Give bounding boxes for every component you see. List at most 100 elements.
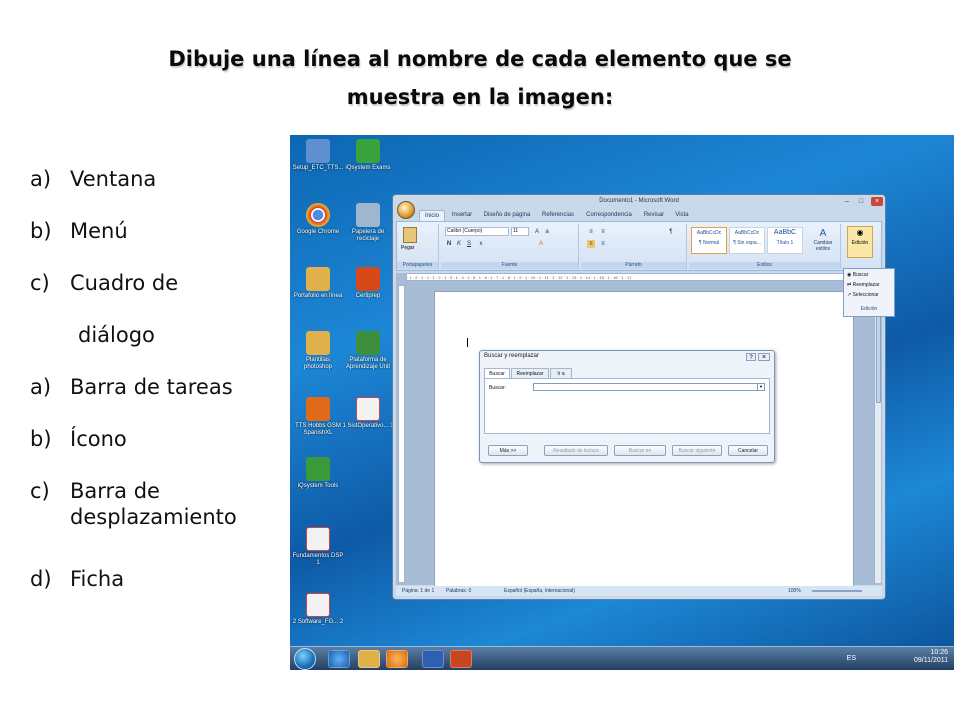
- group-estilos: AaBbCcDc ¶ Normal AaBbCcDc ¶ Sin espa... A…: [689, 224, 841, 269]
- system-clock[interactable]: 10:26 09/11/2011: [914, 649, 948, 665]
- chevron-down-icon[interactable]: ▼: [757, 384, 764, 390]
- style-sin-espaciado[interactable]: AaBbCcDc ¶ Sin espa...: [729, 227, 765, 254]
- menu-item-reemplazar[interactable]: ⇄ Reemplazar: [847, 281, 880, 290]
- numbering-icon[interactable]: ≡: [599, 228, 607, 236]
- group-label: Fuente: [441, 262, 578, 269]
- grow-font-icon[interactable]: A: [533, 228, 541, 236]
- cambiar-estilos-button[interactable]: A Cambiar estilos: [807, 228, 839, 252]
- platform-icon: [356, 331, 380, 355]
- desktop-icon[interactable]: Setup_ETC_TTS...: [292, 139, 344, 172]
- text-cursor: [467, 338, 468, 347]
- resaltado-button[interactable]: Resaltado de lectura: [544, 445, 608, 456]
- edicion-menu: ◉ Buscar ⇄ Reemplazar ↗ Seleccionar Edic…: [843, 268, 895, 317]
- desktop-icon[interactable]: 1 SistOperativo... 3: [342, 397, 394, 430]
- group-parrafo: ≡ ≡ ¶ ≡ ≡ Párrafo: [581, 224, 687, 269]
- tts-icon: [306, 397, 330, 421]
- list-text: Ícono: [70, 427, 127, 451]
- dialog-body: Buscar: ▼: [484, 378, 770, 434]
- align-center-icon[interactable]: ≡: [599, 240, 607, 248]
- slide-title: Dibuje una línea al nombre de cada eleme…: [0, 40, 960, 116]
- desktop-icon[interactable]: Fundamentos DSP 1: [292, 527, 344, 567]
- tab-insertar[interactable]: Insertar: [447, 210, 477, 221]
- italic-icon[interactable]: K: [455, 240, 463, 248]
- font-color-icon[interactable]: A: [537, 240, 545, 248]
- group-label: Portapapeles: [397, 262, 438, 269]
- desktop-icon-label: 2 Software_FG... 2: [292, 619, 344, 625]
- bold-icon[interactable]: N: [445, 240, 453, 248]
- style-titulo1[interactable]: AaBbC Título 1: [767, 227, 803, 254]
- explorer-icon[interactable]: [358, 650, 380, 668]
- tab-reemplazar[interactable]: Reemplazar: [511, 368, 549, 378]
- maximize-icon[interactable]: □: [855, 197, 867, 206]
- recycle-bin-icon: [356, 203, 380, 227]
- desktop-icon[interactable]: iQsystem Tools: [292, 457, 344, 490]
- close-icon[interactable]: ×: [871, 197, 883, 206]
- powerpoint-taskbar-icon[interactable]: [450, 650, 472, 668]
- ie-icon[interactable]: [328, 650, 350, 668]
- align-left-icon[interactable]: ≡: [587, 240, 595, 248]
- status-page[interactable]: Página: 1 de 1: [402, 586, 434, 596]
- desktop-icon[interactable]: Portafolio en línea: [292, 267, 344, 300]
- font-name-field[interactable]: Calibri (Cuerpo): [445, 227, 509, 236]
- status-language[interactable]: Español (España, internacional): [504, 586, 575, 596]
- list-marker: c): [30, 479, 50, 503]
- media-player-icon[interactable]: [386, 650, 408, 668]
- vertical-ruler[interactable]: [398, 285, 405, 583]
- certiprep-icon: [356, 267, 380, 291]
- start-button[interactable]: [294, 648, 316, 670]
- status-words[interactable]: Palabras: 0: [446, 586, 471, 596]
- buscar-en-button[interactable]: Buscar en: [614, 445, 666, 456]
- pilcrow-icon[interactable]: ¶: [667, 228, 675, 236]
- tab-revisar[interactable]: Revisar: [639, 210, 669, 221]
- strike-icon[interactable]: x: [477, 240, 485, 248]
- minimize-icon[interactable]: –: [841, 197, 853, 206]
- tab-referencias[interactable]: Referencias: [537, 210, 579, 221]
- language-indicator[interactable]: ES: [847, 655, 856, 662]
- tab-correspondencia[interactable]: Correspondencia: [581, 210, 637, 221]
- style-normal[interactable]: AaBbCcDc ¶ Normal: [691, 227, 727, 254]
- menu-item-seleccionar[interactable]: ↗ Seleccionar: [847, 291, 879, 300]
- cancelar-button[interactable]: Cancelar: [728, 445, 768, 456]
- mas-button[interactable]: Más >>: [488, 445, 528, 456]
- desktop-icon[interactable]: Papelera de reciclaje: [342, 203, 394, 243]
- tab-diseno[interactable]: Diseño de página: [479, 210, 535, 221]
- help-icon[interactable]: ?: [746, 353, 756, 361]
- list-marker: b): [30, 219, 52, 243]
- desktop-icon[interactable]: TTS Hobbs GSM SpanishXL: [292, 397, 344, 437]
- menu-item-buscar[interactable]: ◉ Buscar: [847, 271, 868, 280]
- buscar-siguiente-button[interactable]: Buscar siguiente: [672, 445, 722, 456]
- desktop-icon[interactable]: Google Chrome: [292, 203, 344, 236]
- underline-icon[interactable]: S: [465, 240, 473, 248]
- tab-buscar[interactable]: Buscar: [484, 368, 510, 378]
- paste-label[interactable]: Pegar: [401, 245, 414, 251]
- change-styles-icon: A: [819, 228, 827, 239]
- list-marker: a): [30, 375, 52, 399]
- close-icon[interactable]: ×: [758, 353, 770, 361]
- tab-vista[interactable]: Vista: [671, 210, 693, 221]
- desktop-icon[interactable]: iQsystem Exams: [342, 139, 394, 172]
- tab-ir-a[interactable]: Ir a: [550, 368, 572, 378]
- window-title: Documento1 - Microsoft Word: [599, 198, 679, 204]
- zoom-slider[interactable]: [812, 590, 862, 592]
- buscar-label: Buscar:: [489, 385, 506, 391]
- desktop-icon[interactable]: Plataforma de Aprendizaje Unit: [342, 331, 394, 371]
- desktop-icon[interactable]: 2 Software_FG... 2: [292, 593, 344, 626]
- desktop-icon-label: Google Chrome: [296, 229, 340, 235]
- edicion-button[interactable]: ◉ Edición: [847, 226, 873, 258]
- search-input[interactable]: ▼: [533, 383, 765, 391]
- shrink-font-icon[interactable]: a: [543, 228, 551, 236]
- desktop-icon[interactable]: Plantillas photoshop: [292, 331, 344, 371]
- bullets-icon[interactable]: ≡: [587, 228, 595, 236]
- word-taskbar-icon[interactable]: [422, 650, 444, 668]
- paste-icon[interactable]: [403, 227, 417, 243]
- font-size-field[interactable]: 11: [511, 227, 529, 236]
- find-replace-dialog[interactable]: Buscar y reemplazar ? × Buscar Reemplaza…: [479, 350, 775, 463]
- group-label: Estilos: [689, 262, 840, 269]
- menu-label: Seleccionar: [852, 292, 879, 298]
- desktop-icon[interactable]: Certiprep: [342, 267, 394, 300]
- window-titlebar[interactable]: Documento1 - Microsoft Word: [393, 195, 885, 208]
- taskbar: ES 10:26 09/11/2011: [290, 646, 954, 670]
- vertical-scrollbar[interactable]: [874, 283, 881, 583]
- office-button[interactable]: [397, 201, 415, 219]
- horizontal-ruler[interactable]: · 1 · 2 · 1 · 1 · 1 · 2 · 1 · 3 · 1 · 4 …: [406, 273, 874, 281]
